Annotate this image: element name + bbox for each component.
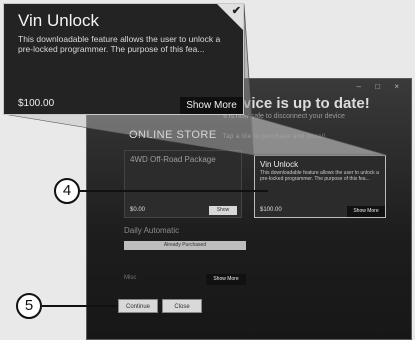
continue-button[interactable]: Continue (118, 299, 158, 313)
store-title-text: ONLINE STORE (129, 129, 217, 141)
extra-row: Misc Show More (124, 274, 246, 286)
tile-price: $100.00 (260, 207, 282, 213)
tile-offroad-package[interactable]: 4WD Off-Road Package $0.00 Show (124, 150, 242, 218)
callout-4: 4 (54, 178, 80, 204)
vin-card-price: $100.00 (18, 98, 55, 109)
close-button[interactable]: Close (162, 299, 202, 313)
store-title: ONLINE STORE Tap a tile to purchase and i… (129, 129, 325, 141)
tile-title: 4WD Off-Road Package (130, 155, 216, 164)
tile-show-more-button[interactable]: Show More (347, 206, 385, 217)
window-controls[interactable]: – □ × (357, 82, 405, 91)
check-icon: ✔ (231, 5, 241, 17)
daily-label: Daily Automatic (124, 226, 180, 235)
extra-label: Misc (124, 275, 137, 281)
tile-show-button[interactable]: Show (209, 206, 237, 215)
vin-card-description: This downloadable feature allows the use… (18, 34, 221, 54)
tile-vin-unlock[interactable]: Vin Unlock This downloadable feature all… (254, 155, 386, 218)
already-purchased-bar[interactable]: Already Purchased (124, 241, 246, 250)
callout-5-leader (42, 305, 118, 307)
callout-4-leader (80, 190, 268, 192)
vin-card-title: Vin Unlock (18, 11, 99, 30)
store-title-tail: Tap a tile to purchase and install (222, 134, 326, 140)
daily-section: Daily Automatic Already Purchased (124, 226, 246, 250)
callout-5: 5 (16, 293, 42, 319)
tile-description: This downloadable feature allows the use… (260, 170, 379, 182)
tile-price: $0.00 (130, 207, 146, 213)
tile-title: Vin Unlock (260, 160, 299, 169)
show-more-button[interactable]: Show More (180, 97, 243, 114)
extra-show-more-button[interactable]: Show More (206, 274, 246, 285)
vin-unlock-card[interactable]: Vin Unlock This downloadable feature all… (3, 3, 244, 115)
